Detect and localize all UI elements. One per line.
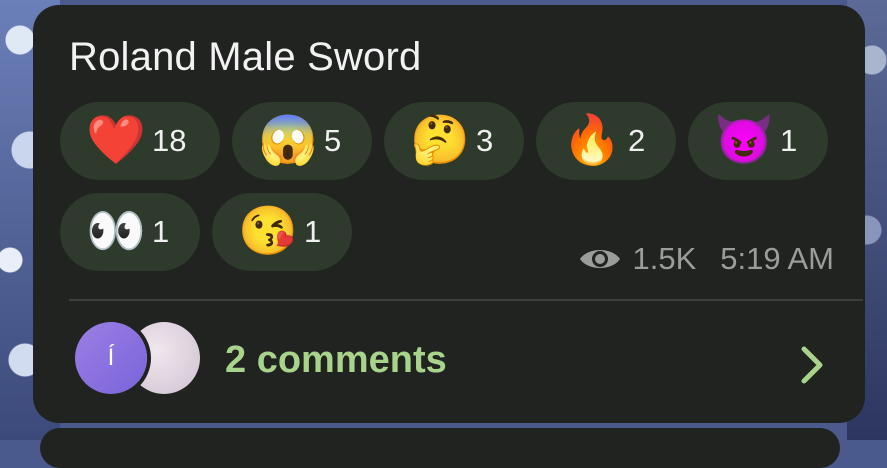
message-meta: 1.5K 5:19 AM <box>578 241 834 277</box>
reaction-count: 2 <box>628 123 646 158</box>
next-message-bubble <box>40 428 840 468</box>
avatar: Í <box>75 322 147 394</box>
kiss-face-icon: 😘 <box>238 205 298 258</box>
heart-icon: ❤️ <box>86 114 146 167</box>
smiling-devil-icon: 😈 <box>714 114 774 167</box>
reaction-eyes[interactable]: 👀 1 <box>60 193 200 271</box>
reaction-count: 1 <box>152 214 170 249</box>
reaction-count: 1 <box>304 214 322 249</box>
reaction-count: 18 <box>152 123 187 158</box>
message-bubble: Roland Male Sword ❤️ 18 😱 5 🤔 3 🔥 2 😈 1 … <box>33 5 865 423</box>
chevron-right-icon[interactable] <box>799 345 825 385</box>
reaction-devil[interactable]: 😈 1 <box>688 102 828 180</box>
reaction-heart[interactable]: ❤️ 18 <box>60 102 220 180</box>
post-title: Roland Male Sword <box>69 35 422 79</box>
comments-link[interactable]: 2 comments <box>225 339 447 382</box>
reaction-count: 3 <box>476 123 494 158</box>
screaming-face-icon: 😱 <box>258 114 318 167</box>
reaction-count: 5 <box>324 123 342 158</box>
divider <box>69 299 863 301</box>
eyes-icon: 👀 <box>86 205 146 258</box>
reaction-screaming[interactable]: 😱 5 <box>232 102 372 180</box>
view-count: 1.5K <box>632 241 697 276</box>
reaction-count: 1 <box>780 123 798 158</box>
message-time: 5:19 AM <box>720 241 834 276</box>
reaction-thinking[interactable]: 🤔 3 <box>384 102 524 180</box>
fire-icon: 🔥 <box>562 114 622 167</box>
eye-icon <box>580 250 621 268</box>
reaction-kiss[interactable]: 😘 1 <box>212 193 352 271</box>
thinking-face-icon: 🤔 <box>410 114 470 167</box>
reaction-fire[interactable]: 🔥 2 <box>536 102 676 180</box>
